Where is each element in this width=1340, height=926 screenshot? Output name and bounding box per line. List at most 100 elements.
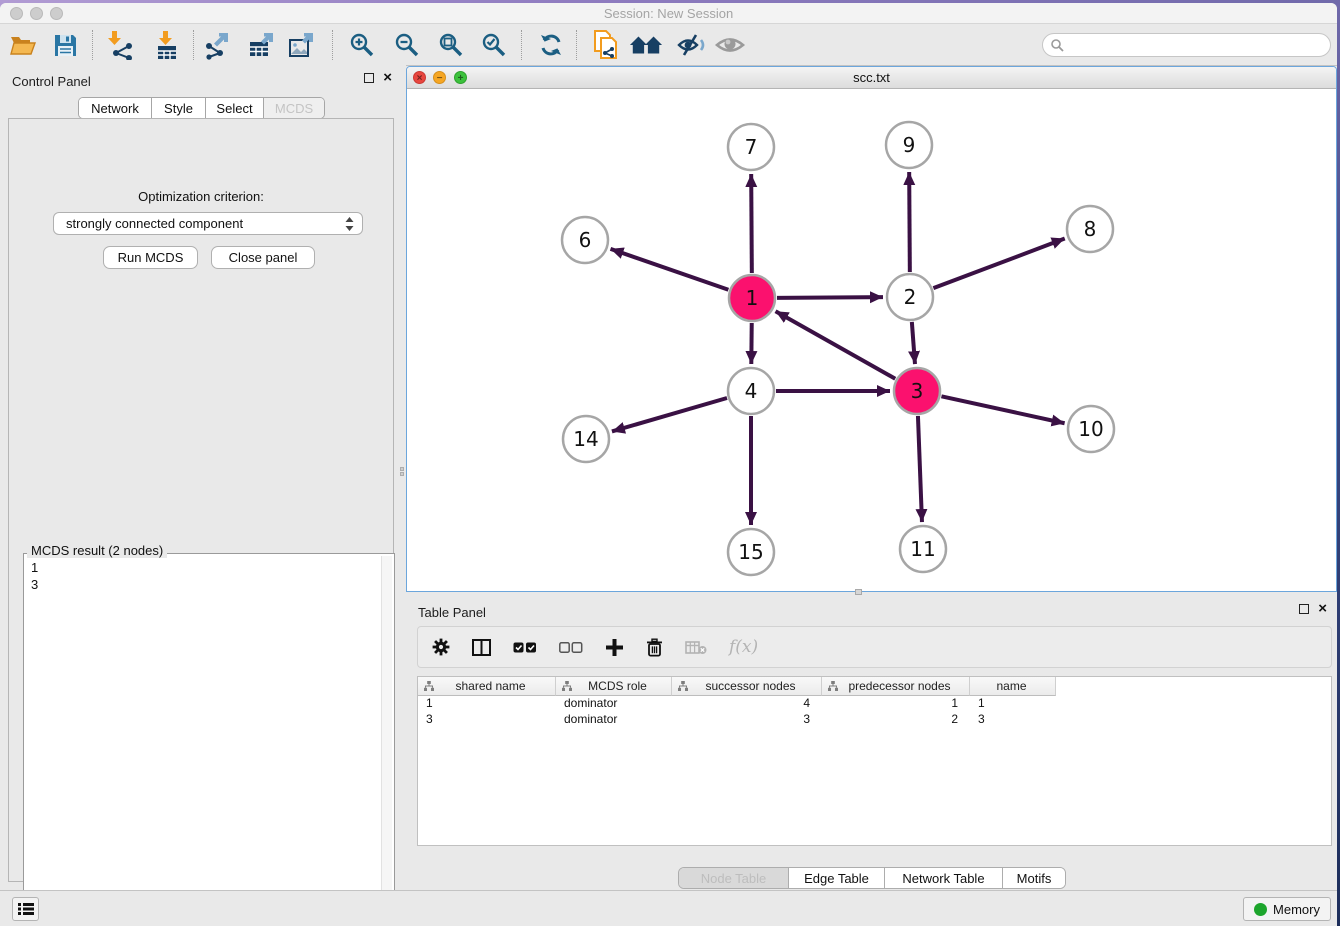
memory-status-icon — [1254, 903, 1267, 916]
select-all-columns-icon[interactable] — [513, 642, 537, 653]
graph-node-3[interactable]: 3 — [894, 368, 940, 414]
column-header-predecessor-nodes[interactable]: predecessor nodes — [822, 677, 970, 696]
edge-1-6[interactable] — [611, 249, 729, 290]
column-header-mcds-role[interactable]: MCDS role — [556, 677, 672, 696]
tab-style[interactable]: Style — [152, 98, 206, 118]
list-icon — [18, 902, 34, 916]
tab-motifs[interactable]: Motifs — [1003, 868, 1065, 888]
vertical-splitter-grip[interactable] — [399, 466, 405, 482]
graph-node-10[interactable]: 10 — [1068, 406, 1114, 452]
status-bar: Memory — [0, 890, 1337, 926]
graph-node-7[interactable]: 7 — [728, 124, 774, 170]
zoom-out-icon[interactable] — [390, 29, 424, 61]
close-panel-icon[interactable]: × — [383, 73, 392, 83]
zoom-in-icon[interactable] — [345, 29, 379, 61]
cell-predecessor-nodes[interactable]: 1 — [822, 696, 970, 712]
graph-node-9[interactable]: 9 — [886, 122, 932, 168]
cell-successor-nodes[interactable]: 4 — [672, 696, 822, 712]
tab-edge-table[interactable]: Edge Table — [789, 868, 885, 888]
graph-node-4[interactable]: 4 — [728, 368, 774, 414]
column-header-successor-nodes[interactable]: successor nodes — [672, 677, 822, 696]
svg-text:1: 1 — [746, 286, 759, 310]
edge-2-9[interactable] — [909, 172, 910, 272]
close-table-panel-icon[interactable]: × — [1318, 604, 1327, 614]
deselect-all-columns-icon[interactable] — [559, 642, 583, 653]
edge-1-7[interactable] — [751, 174, 752, 273]
cell-shared-name[interactable]: 3 — [418, 712, 556, 728]
save-session-icon[interactable] — [48, 29, 82, 61]
export-table-icon[interactable] — [245, 29, 279, 61]
export-image-icon[interactable] — [285, 29, 319, 61]
graph-node-11[interactable]: 11 — [900, 526, 946, 572]
table-row[interactable]: 1 dominator 4 1 1 — [418, 696, 1331, 712]
graph-node-14[interactable]: 14 — [563, 416, 609, 462]
export-network-icon[interactable] — [201, 29, 235, 61]
hide-graphics-icon[interactable] — [674, 29, 708, 61]
table-toolbar: f(x) — [417, 626, 1332, 668]
cell-mcds-role[interactable]: dominator — [556, 696, 672, 712]
result-line: 1 — [31, 559, 381, 576]
network-canvas[interactable]: 7 9 6 8 1 2 4 3 14 10 15 11 — [407, 89, 1336, 591]
cell-mcds-role[interactable]: dominator — [556, 712, 672, 728]
refresh-icon[interactable] — [534, 29, 568, 61]
clone-network-icon[interactable] — [589, 29, 623, 61]
attribute-icon — [562, 681, 572, 691]
tab-network[interactable]: Network — [79, 98, 152, 118]
search-field[interactable] — [1042, 33, 1331, 57]
edge-3-10[interactable] — [941, 396, 1064, 423]
result-scrollbar[interactable] — [381, 556, 392, 922]
float-table-panel-icon[interactable] — [1299, 604, 1309, 614]
cell-predecessor-nodes[interactable]: 2 — [822, 712, 970, 728]
show-graphics-icon[interactable] — [713, 29, 747, 61]
table-panel-title: Table Panel — [418, 605, 486, 620]
graph-node-8[interactable]: 8 — [1067, 206, 1113, 252]
mcds-result-text[interactable]: 13 — [26, 556, 381, 922]
tab-select[interactable]: Select — [206, 98, 264, 118]
edge-2-8[interactable] — [933, 239, 1064, 289]
table-row[interactable]: 3 dominator 3 2 3 — [418, 712, 1331, 728]
tab-network-table[interactable]: Network Table — [885, 868, 1003, 888]
run-mcds-button[interactable]: Run MCDS — [103, 246, 198, 269]
column-layout-icon[interactable] — [472, 639, 491, 656]
edge-3-1[interactable] — [776, 311, 896, 378]
tab-mcds[interactable]: MCDS — [264, 98, 324, 118]
graph-node-1[interactable]: 1 — [729, 275, 775, 321]
search-input[interactable] — [1064, 36, 1330, 54]
home-icon[interactable] — [629, 29, 663, 61]
graph-node-6[interactable]: 6 — [562, 217, 608, 263]
open-session-icon[interactable] — [6, 29, 40, 61]
graph-node-15[interactable]: 15 — [728, 529, 774, 575]
optimization-criterion-label: Optimization criterion: — [9, 189, 393, 204]
cell-shared-name[interactable]: 1 — [418, 696, 556, 712]
main-toolbar — [0, 24, 1337, 66]
import-table-icon[interactable] — [149, 29, 183, 61]
edge-1-2[interactable] — [777, 297, 883, 298]
toolbar-separator — [193, 30, 194, 60]
edge-3-11[interactable] — [918, 416, 922, 522]
edge-4-14[interactable] — [612, 398, 727, 431]
network-window-titlebar[interactable]: × − + scc.txt — [407, 67, 1336, 89]
horizontal-splitter-grip[interactable] — [855, 589, 862, 595]
memory-button[interactable]: Memory — [1243, 897, 1331, 921]
float-panel-icon[interactable] — [364, 73, 374, 83]
criterion-dropdown[interactable]: strongly connected component — [53, 212, 363, 235]
zoom-fit-icon[interactable] — [434, 29, 468, 61]
zoom-selected-icon[interactable] — [477, 29, 511, 61]
cell-name[interactable]: 3 — [970, 712, 1056, 728]
cell-successor-nodes[interactable]: 3 — [672, 712, 822, 728]
task-history-button[interactable] — [12, 897, 39, 921]
application-window: Session: New Session — [0, 3, 1337, 926]
add-column-icon[interactable] — [605, 638, 624, 657]
graph-node-2[interactable]: 2 — [887, 274, 933, 320]
settings-gear-icon[interactable] — [432, 638, 450, 656]
tab-node-table[interactable]: Node Table — [679, 868, 789, 888]
delete-column-icon[interactable] — [646, 638, 663, 657]
edge-2-3[interactable] — [912, 322, 915, 364]
toolbar-separator — [92, 30, 93, 60]
column-header-name[interactable]: name — [970, 677, 1056, 696]
cell-name[interactable]: 1 — [970, 696, 1056, 712]
close-panel-button[interactable]: Close panel — [211, 246, 315, 269]
attribute-icon — [828, 681, 838, 691]
import-network-icon[interactable] — [104, 29, 138, 61]
column-header-shared-name[interactable]: shared name — [418, 677, 556, 696]
